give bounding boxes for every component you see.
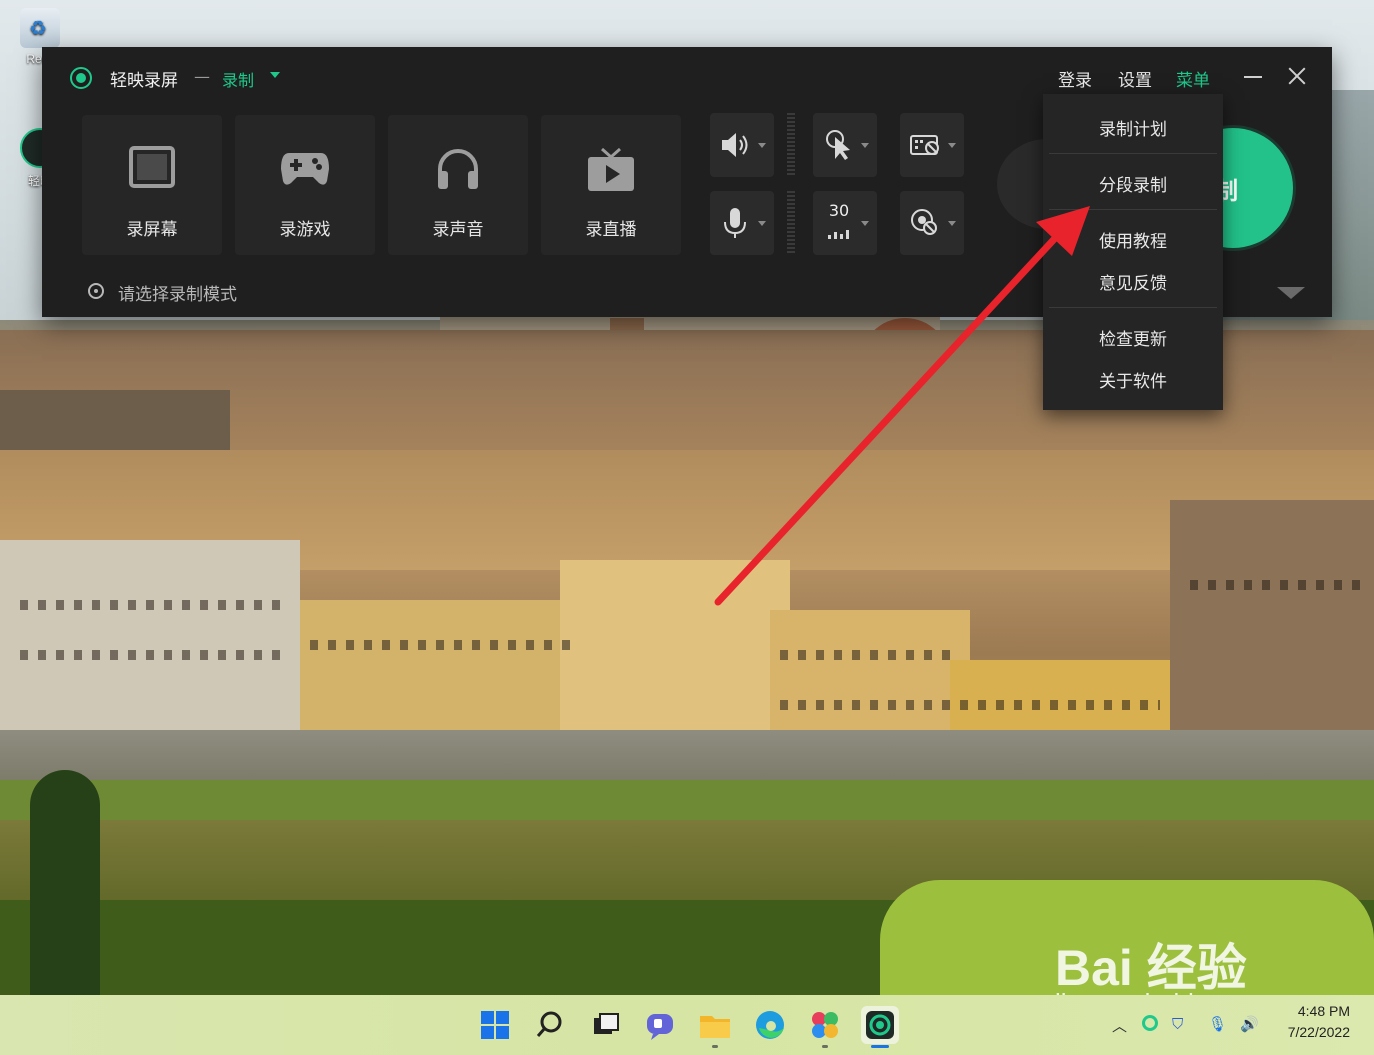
clock[interactable]: 4:48 PM 7/22/2022	[1288, 1001, 1350, 1043]
clock-time: 4:48 PM	[1297, 1003, 1350, 1019]
chat-icon[interactable]	[641, 1006, 679, 1044]
search-icon[interactable]	[531, 1006, 569, 1044]
microphone-icon[interactable]: 🎙	[1208, 1015, 1227, 1033]
running-indicator	[712, 1045, 718, 1048]
recorder-app-icon[interactable]	[861, 1006, 899, 1044]
clock-date: 7/22/2022	[1287, 1024, 1350, 1040]
volume-icon[interactable]: 🔊	[1240, 1015, 1259, 1033]
edge-browser-icon[interactable]	[751, 1006, 789, 1044]
file-explorer-icon[interactable]	[696, 1006, 734, 1044]
running-indicator	[822, 1045, 828, 1048]
windows-start-icon[interactable]	[476, 1006, 514, 1044]
recorder-tray-icon[interactable]	[1142, 1015, 1158, 1031]
taskbar: ︿ ⛉ 🎙 🔊 4:48 PM 7/22/2022	[0, 995, 1374, 1055]
photos-icon[interactable]	[806, 1006, 844, 1044]
shield-icon[interactable]: ⛉	[1172, 1015, 1183, 1033]
annotation-arrow	[714, 206, 1090, 606]
chevron-up-icon[interactable]: ︿	[1112, 1015, 1127, 1036]
active-indicator	[871, 1045, 889, 1048]
task-view-icon[interactable]	[586, 1006, 624, 1044]
